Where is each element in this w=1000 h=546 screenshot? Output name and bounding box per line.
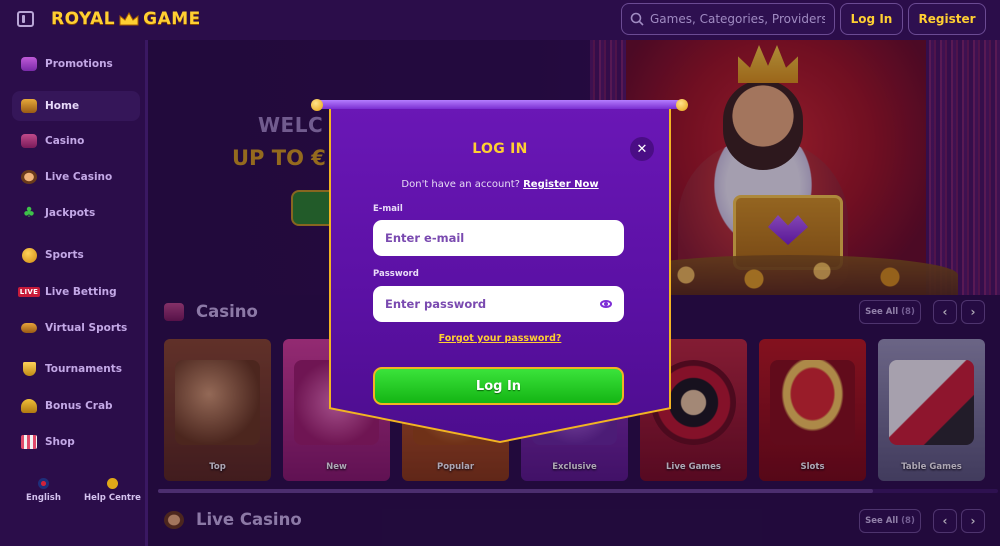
sidebar-item-jackpots[interactable]: ♣ Jackpots <box>12 198 140 228</box>
shop-icon <box>19 433 39 451</box>
password-input[interactable] <box>385 297 600 311</box>
logo-text-game: GAME <box>143 9 201 29</box>
live-badge: LIVE <box>17 287 41 297</box>
crab-icon <box>19 397 39 415</box>
rod-knob-left-icon <box>311 99 323 111</box>
sidebar-item-casino[interactable]: Casino <box>12 126 140 156</box>
language-selector[interactable]: English <box>26 478 61 503</box>
slot-machine-icon <box>19 132 39 150</box>
live-badge-icon: LIVE <box>17 283 41 301</box>
sidebar-item-tournaments[interactable]: Tournaments <box>12 354 140 384</box>
forgot-password-link[interactable]: Forgot your password? <box>331 333 669 344</box>
crown-logo-icon <box>119 11 139 26</box>
sidebar-item-live-casino[interactable]: Live Casino <box>12 162 140 192</box>
email-label: E-mail <box>373 204 403 214</box>
gift-icon <box>19 55 39 73</box>
sidebar-item-label: Live Casino <box>45 171 113 183</box>
sidebar-footer: English Help Centre <box>0 478 145 514</box>
sidebar-item-home[interactable]: Home <box>12 91 140 121</box>
banner-rod <box>316 100 682 109</box>
help-label: Help Centre <box>84 493 141 503</box>
sidebar-item-virtual-sports[interactable]: Virtual Sports <box>12 313 140 343</box>
sidebar-item-shop[interactable]: Shop <box>12 427 140 457</box>
sidebar-item-label: Bonus Crab <box>45 400 113 412</box>
sidebar-toggle-icon[interactable] <box>17 11 34 27</box>
sidebar-item-label: Shop <box>45 436 75 448</box>
uk-flag-icon <box>37 478 49 489</box>
trophy-icon <box>19 360 39 378</box>
help-centre-link[interactable]: Help Centre <box>84 478 141 503</box>
sidebar-item-live-betting[interactable]: LIVE Live Betting <box>12 277 140 307</box>
sidebar-item-label: Virtual Sports <box>45 322 128 334</box>
register-now-link[interactable]: Register Now <box>523 179 598 190</box>
gamepad-icon <box>19 319 39 337</box>
logo[interactable]: ROYAL GAME <box>51 9 201 29</box>
sidebar-item-bonus-crab[interactable]: Bonus Crab <box>12 391 140 421</box>
clover-icon: ♣ <box>22 205 36 221</box>
sidebar-item-promotions[interactable]: Promotions <box>12 49 140 79</box>
dealer-icon <box>19 168 39 186</box>
ball-icon <box>19 246 39 264</box>
login-modal-title: LOG IN <box>472 141 528 157</box>
header-register-button[interactable]: Register <box>908 3 986 35</box>
register-prompt: Don't have an account? Register Now <box>331 179 669 190</box>
email-field[interactable] <box>373 220 624 256</box>
sidebar-item-label: Jackpots <box>45 207 96 219</box>
logo-text-royal: ROYAL <box>51 9 116 29</box>
close-icon[interactable]: ✕ <box>630 137 654 161</box>
password-field[interactable] <box>373 286 624 322</box>
sidebar: Promotions Home Casino Live Casino ♣ Jac… <box>0 40 148 546</box>
sidebar-item-label: Home <box>45 100 80 112</box>
email-input[interactable] <box>385 231 612 245</box>
rod-knob-right-icon <box>676 99 688 111</box>
login-submit-button[interactable]: Log In <box>373 367 624 405</box>
sidebar-item-label: Sports <box>45 249 84 261</box>
sidebar-item-label: Casino <box>45 135 85 147</box>
language-label: English <box>26 493 61 503</box>
password-label: Password <box>373 269 419 279</box>
search-icon <box>630 12 644 26</box>
sidebar-item-sports[interactable]: Sports <box>12 240 140 270</box>
sidebar-item-label: Tournaments <box>45 363 123 375</box>
search-input[interactable] <box>650 12 825 26</box>
help-icon <box>106 478 118 489</box>
treasure-chest-icon <box>19 97 39 115</box>
header-login-button[interactable]: Log In <box>840 3 903 35</box>
top-header: ROYAL GAME Log In Register <box>0 0 1000 40</box>
sidebar-item-label: Live Betting <box>45 286 117 298</box>
eye-icon[interactable] <box>600 300 612 308</box>
no-account-text: Don't have an account? <box>401 179 520 190</box>
search-box[interactable] <box>621 3 835 35</box>
sidebar-item-label: Promotions <box>45 58 113 70</box>
